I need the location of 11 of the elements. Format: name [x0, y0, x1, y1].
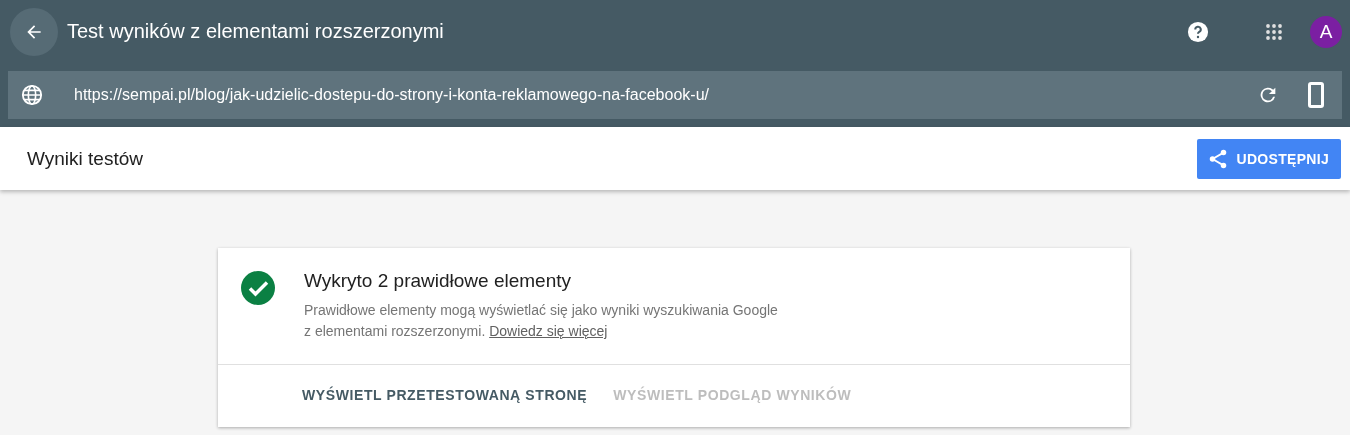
user-avatar[interactable]: A	[1310, 15, 1342, 48]
section-title: Wyniki testów	[27, 147, 143, 170]
view-action-button[interactable]: WYŚWIETL PRZETESTOWANĄ STRONĘ	[302, 387, 588, 403]
result-description: Prawidłowe elementy mogą wyświetlać się jako wyniki wyszukiwania Google z elementami rozszerzonymi. Dowiedz się więcej	[304, 301, 778, 341]
globe-icon	[21, 84, 43, 106]
learn-more-link[interactable]: Dowiedz się więcej	[489, 323, 608, 339]
share-button[interactable]: UDOSTĘPNIJ	[1196, 138, 1341, 179]
check-circle-icon	[240, 270, 276, 306]
url-text: https://sempai.pl/blog/jak-udzielic-dostepu-do-strony-i-konta-reklamowego-na-facebook-u/	[74, 86, 710, 104]
result-title: Wykryto 2 prawidłowe elementy	[304, 270, 572, 292]
page-title: Test wyników z elementami rozszerzonymi	[67, 20, 445, 43]
